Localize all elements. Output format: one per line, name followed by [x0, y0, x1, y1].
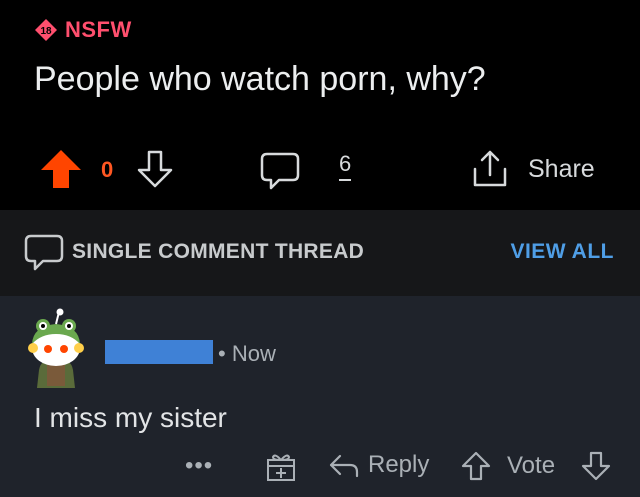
comment-meta: • Now: [218, 341, 276, 367]
gift-icon: [267, 454, 295, 481]
comment-actions: ••• Reply Vote: [0, 446, 640, 486]
svg-text:18: 18: [40, 26, 52, 37]
post-actions: 0 6 Share: [0, 145, 640, 195]
comment: • Now I miss my sister ••• Reply Vote: [0, 296, 640, 497]
nsfw-tag: 18 NSFW: [34, 17, 132, 43]
comment-downvote-button[interactable]: [580, 450, 612, 487]
comment-body: I miss my sister: [34, 402, 227, 433]
upvote-button[interactable]: [40, 149, 82, 189]
downvote-arrow-icon: [137, 150, 173, 188]
single-comment-thread-bar: SINGLE COMMENT THREAD VIEW ALL: [0, 210, 640, 296]
share-button[interactable]: Share: [470, 149, 595, 189]
post-header: 18 NSFW People who watch porn, why? 0 6: [0, 0, 640, 210]
upvote-arrow-icon: [41, 150, 81, 188]
more-options-button[interactable]: •••: [185, 452, 213, 480]
comment-count: 6: [339, 151, 351, 181]
share-icon: [473, 150, 507, 187]
downvote-outline-icon: [581, 451, 611, 481]
username-redacted[interactable]: [105, 340, 213, 364]
award-button[interactable]: [264, 450, 298, 489]
vote-count: 0: [101, 157, 114, 182]
comment-bubble-icon: [24, 234, 64, 277]
view-all-link[interactable]: VIEW ALL: [510, 240, 614, 264]
comment-upvote-button[interactable]: [460, 450, 492, 487]
comment-bubble-icon: [260, 152, 300, 190]
reply-button[interactable]: Reply: [328, 450, 429, 480]
nsfw-label: NSFW: [65, 17, 132, 42]
thread-label: SINGLE COMMENT THREAD: [72, 240, 365, 263]
nsfw-badge-icon: 18: [34, 18, 58, 42]
reply-arrow-icon: [329, 454, 359, 478]
post-title[interactable]: People who watch porn, why?: [34, 60, 486, 99]
share-label: Share: [528, 154, 595, 183]
avatar[interactable]: [21, 308, 91, 388]
upvote-outline-icon: [461, 451, 491, 481]
downvote-button[interactable]: [134, 149, 176, 189]
reply-label: Reply: [368, 451, 430, 478]
comment-time: Now: [231, 341, 276, 366]
comments-button[interactable]: [259, 151, 301, 191]
meta-separator: •: [218, 341, 226, 366]
vote-label: Vote: [507, 452, 556, 479]
